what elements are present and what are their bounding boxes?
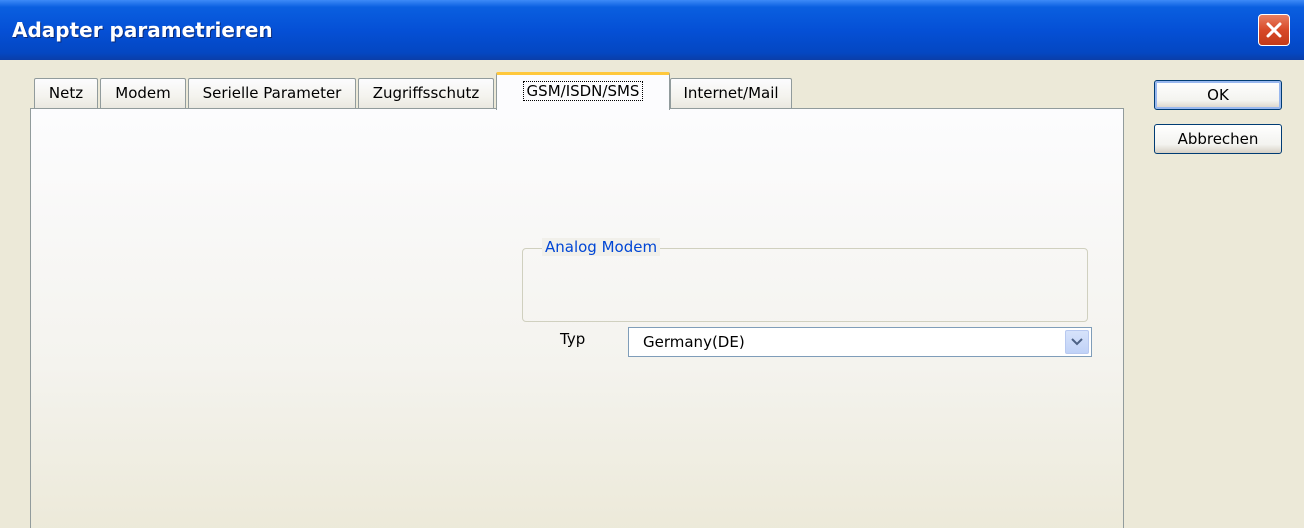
tab-label: Zugriffsschutz [372, 84, 480, 102]
tab-zugriffsschutz[interactable]: Zugriffsschutz [358, 78, 494, 108]
tab-netz[interactable]: Netz [34, 78, 98, 108]
close-icon [1266, 22, 1282, 38]
tab-modem[interactable]: Modem [100, 78, 186, 108]
tab-label: Internet/Mail [683, 84, 779, 102]
chevron-down-icon [1071, 338, 1083, 346]
analog-modem-group [522, 248, 1088, 322]
window-title: Adapter parametrieren [12, 18, 273, 42]
ok-button-label: OK [1207, 86, 1229, 104]
tab-label: Serielle Parameter [202, 84, 342, 102]
title-bar[interactable]: Adapter parametrieren [0, 0, 1304, 60]
cancel-button-label: Abbrechen [1177, 130, 1259, 148]
tab-label: GSM/ISDN/SMS [522, 81, 644, 101]
tab-gsm-isdn-sms[interactable]: GSM/ISDN/SMS [496, 72, 670, 110]
tab-serielle-parameter[interactable]: Serielle Parameter [188, 78, 356, 108]
typ-select[interactable]: Germany(DE) [628, 327, 1092, 357]
dropdown-button[interactable] [1065, 330, 1089, 354]
dialog-window: Adapter parametrieren Netz Modem Seriell… [0, 0, 1304, 528]
group-legend: Analog Modem [542, 238, 661, 256]
typ-label: Typ [560, 330, 586, 348]
dialog-client-area: Netz Modem Serielle Parameter Zugriffssc… [8, 60, 1296, 528]
tab-internet-mail[interactable]: Internet/Mail [670, 78, 792, 108]
typ-select-value: Germany(DE) [643, 333, 745, 351]
tab-label: Netz [48, 84, 84, 102]
ok-button[interactable]: OK [1154, 80, 1282, 110]
close-button[interactable] [1258, 14, 1290, 46]
tab-label: Modem [115, 84, 171, 102]
cancel-button[interactable]: Abbrechen [1154, 124, 1282, 154]
